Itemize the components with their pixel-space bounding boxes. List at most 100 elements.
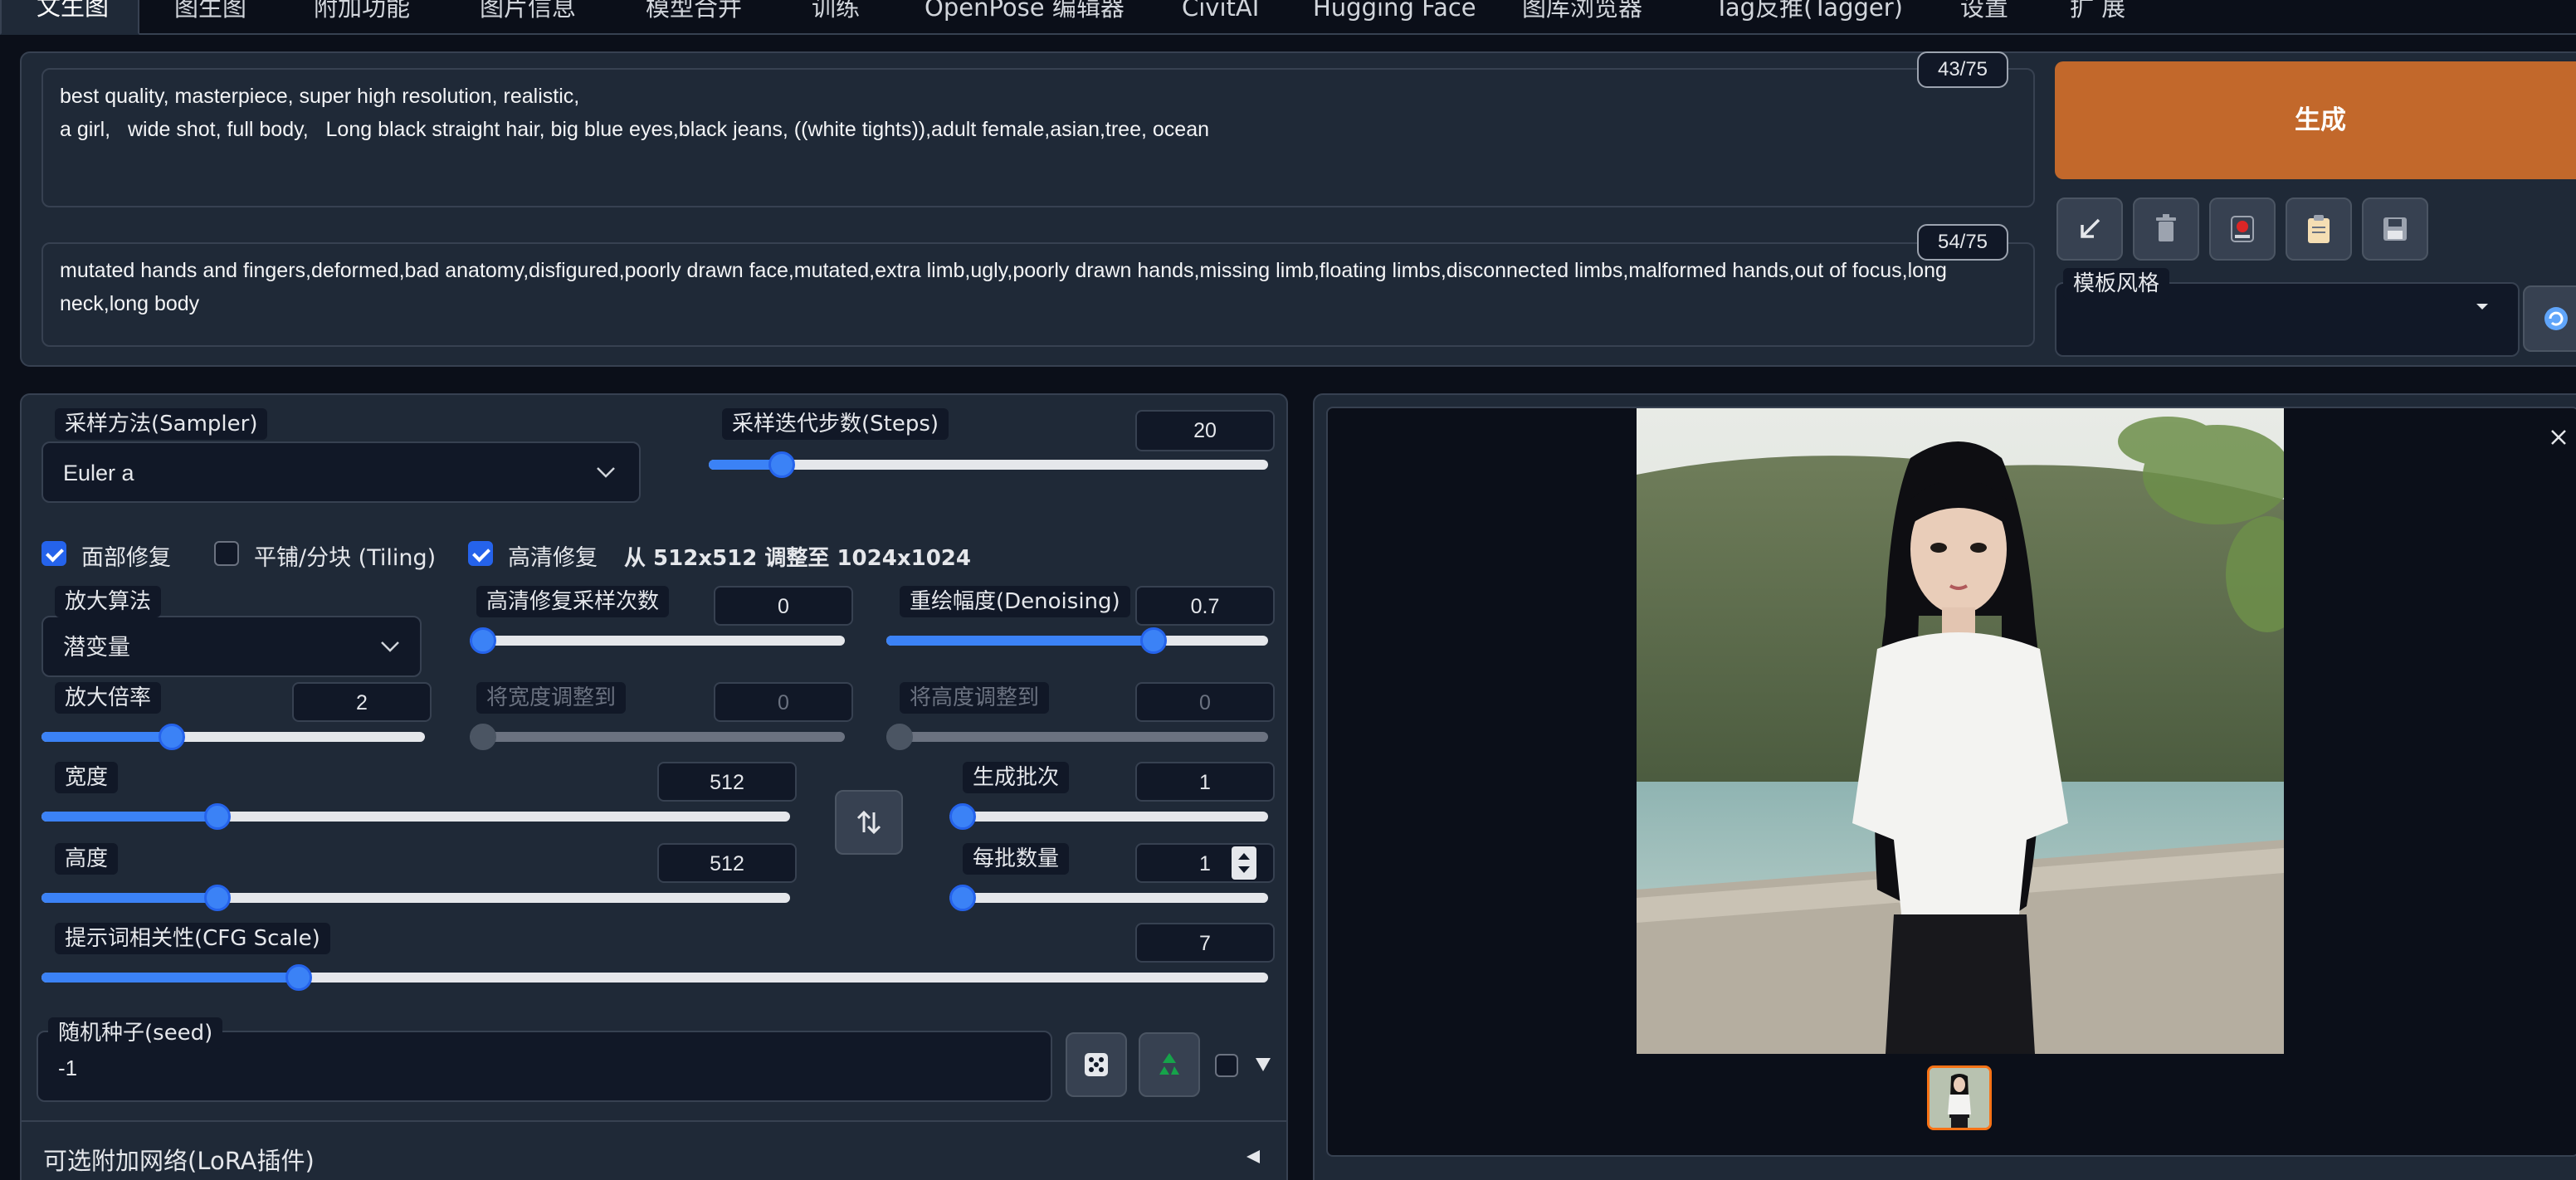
upscaler-select[interactable]: 潜变量 [41, 616, 422, 677]
recycle-icon [1159, 1053, 1179, 1075]
positive-token-counter: 43/75 [1917, 51, 2008, 88]
refresh-icon [2544, 307, 2568, 330]
tab-gallery[interactable]: 图库浏览器 [1522, 0, 1642, 35]
tab-extensions[interactable]: 扩 展 [2070, 0, 2125, 35]
denoising-input[interactable]: 0.7 [1135, 586, 1275, 626]
hires-steps-slider[interactable] [470, 627, 845, 654]
tab-bar: 文生图 图生图 附加功能 图片信息 模型合并 训练 OpenPose 编辑器 C… [0, 0, 2576, 35]
upscaler-label: 放大算法 [55, 586, 162, 617]
cfg-slider[interactable] [41, 964, 1268, 991]
dice-icon [1085, 1053, 1108, 1076]
tab-merge[interactable]: 模型合并 [646, 0, 742, 35]
refresh-styles-button[interactable] [2523, 285, 2576, 352]
reuse-seed-button[interactable] [1139, 1032, 1200, 1097]
triangle-down-icon[interactable] [1255, 1057, 1271, 1072]
random-seed-button[interactable] [1066, 1032, 1127, 1097]
clear-prompt-button[interactable] [2133, 197, 2199, 261]
generate-button[interactable]: 生成 [2055, 61, 2576, 179]
tab-png-info[interactable]: 图片信息 [480, 0, 576, 35]
upscale-by-label: 放大倍率 [55, 682, 162, 714]
camera-icon [2231, 216, 2254, 242]
height-input[interactable]: 512 [657, 843, 797, 883]
apply-style-button[interactable] [2286, 197, 2352, 261]
upscale-by-fill [41, 732, 172, 742]
tab-txt2img[interactable]: 文生图 [0, 0, 139, 35]
lora-accordion[interactable]: 可选附加网络(LoRA插件) [22, 1120, 1286, 1180]
hires-steps-knob[interactable] [470, 627, 496, 654]
resize-width-slider [470, 724, 845, 750]
resize-height-slider [886, 724, 1268, 750]
cfg-fill [41, 973, 299, 983]
tab-openpose[interactable]: OpenPose 编辑器 [925, 0, 1125, 35]
width-label: 宽度 [55, 762, 119, 793]
hires-fix-label: 高清修复 [508, 545, 598, 571]
upscale-by-slider[interactable] [41, 724, 425, 750]
sampler-select[interactable]: Euler a [41, 441, 641, 503]
send-to-prompt-button[interactable] [2056, 197, 2123, 261]
batch-size-knob[interactable] [949, 885, 976, 911]
upscale-by-input[interactable]: 2 [292, 682, 432, 722]
tab-tagger[interactable]: Tag反推(Tagger) [1715, 0, 1903, 35]
batch-count-slider[interactable] [949, 803, 1268, 830]
steps-slider-knob[interactable] [768, 451, 795, 478]
tab-settings[interactable]: 设置 [1960, 0, 2008, 35]
trash-icon [2156, 214, 2176, 241]
height-label: 高度 [55, 843, 119, 875]
tab-huggingface[interactable]: Hugging Face [1313, 0, 1476, 35]
width-input[interactable]: 512 [657, 762, 797, 802]
tab-civitai[interactable]: CivitAI [1182, 0, 1259, 35]
batch-size-slider[interactable] [949, 885, 1268, 911]
height-knob[interactable] [204, 885, 231, 911]
tiling-label: 平铺/分块 (Tiling) [254, 545, 437, 571]
steps-slider[interactable] [709, 451, 1268, 478]
height-slider[interactable] [41, 885, 790, 911]
resize-height-knob [886, 724, 913, 750]
clipboard-icon [2308, 215, 2330, 243]
extra-networks-button[interactable] [2209, 197, 2276, 261]
negative-token-counter: 54/75 [1917, 224, 2008, 261]
hires-steps-input[interactable]: 0 [714, 586, 853, 626]
face-fix-checkbox[interactable] [41, 541, 66, 566]
denoising-knob[interactable] [1140, 627, 1167, 654]
resize-width-label: 将宽度调整到 [476, 682, 627, 714]
cfg-knob[interactable] [285, 964, 312, 991]
steps-input[interactable]: 20 [1135, 410, 1275, 451]
width-knob[interactable] [204, 803, 231, 830]
arrow-in-icon [2081, 218, 2100, 238]
tab-train[interactable]: 训练 [812, 0, 860, 35]
swap-dimensions-button[interactable] [835, 790, 903, 855]
save-style-button[interactable] [2362, 197, 2428, 261]
denoising-slider[interactable] [886, 627, 1268, 654]
save-icon [2383, 217, 2407, 241]
steps-label: 采样迭代步数(Steps) [722, 408, 949, 440]
negative-prompt-input[interactable]: mutated hands and fingers,deformed,bad a… [41, 242, 2035, 347]
extra-seed-checkbox[interactable] [1215, 1054, 1238, 1077]
chevron-down-icon [2476, 304, 2488, 310]
batch-size-stepper[interactable] [1232, 846, 1256, 880]
close-icon[interactable] [2549, 428, 2568, 446]
tab-extras[interactable]: 附加功能 [314, 0, 410, 35]
denoising-fill [886, 636, 1154, 646]
gallery-thumbnail[interactable] [1927, 1065, 1992, 1130]
tiling-checkbox[interactable] [214, 541, 239, 566]
triangle-left-icon [1247, 1150, 1260, 1163]
chevron-down-icon [381, 641, 399, 652]
batch-count-knob[interactable] [949, 803, 976, 830]
resize-height-label: 将高度调整到 [900, 682, 1050, 714]
upscale-by-knob[interactable] [159, 724, 185, 750]
width-slider[interactable] [41, 803, 790, 830]
batch-size-label: 每批数量 [963, 843, 1070, 875]
denoising-label: 重绘幅度(Denoising) [900, 586, 1130, 617]
style-label: 模板风格 [2063, 268, 2170, 300]
batch-count-label: 生成批次 [963, 762, 1070, 793]
resize-width-input: 0 [714, 682, 853, 722]
batch-count-input[interactable]: 1 [1135, 762, 1275, 802]
generated-image[interactable] [1637, 408, 2284, 1054]
cfg-input[interactable]: 7 [1135, 923, 1275, 963]
positive-prompt-input[interactable]: best quality, masterpiece, super high re… [41, 68, 2035, 207]
tab-img2img[interactable]: 图生图 [174, 0, 246, 35]
face-fix-label: 面部修复 [81, 545, 171, 571]
swap-icon [856, 810, 881, 835]
width-fill [41, 812, 217, 822]
hires-fix-checkbox[interactable] [468, 541, 493, 566]
